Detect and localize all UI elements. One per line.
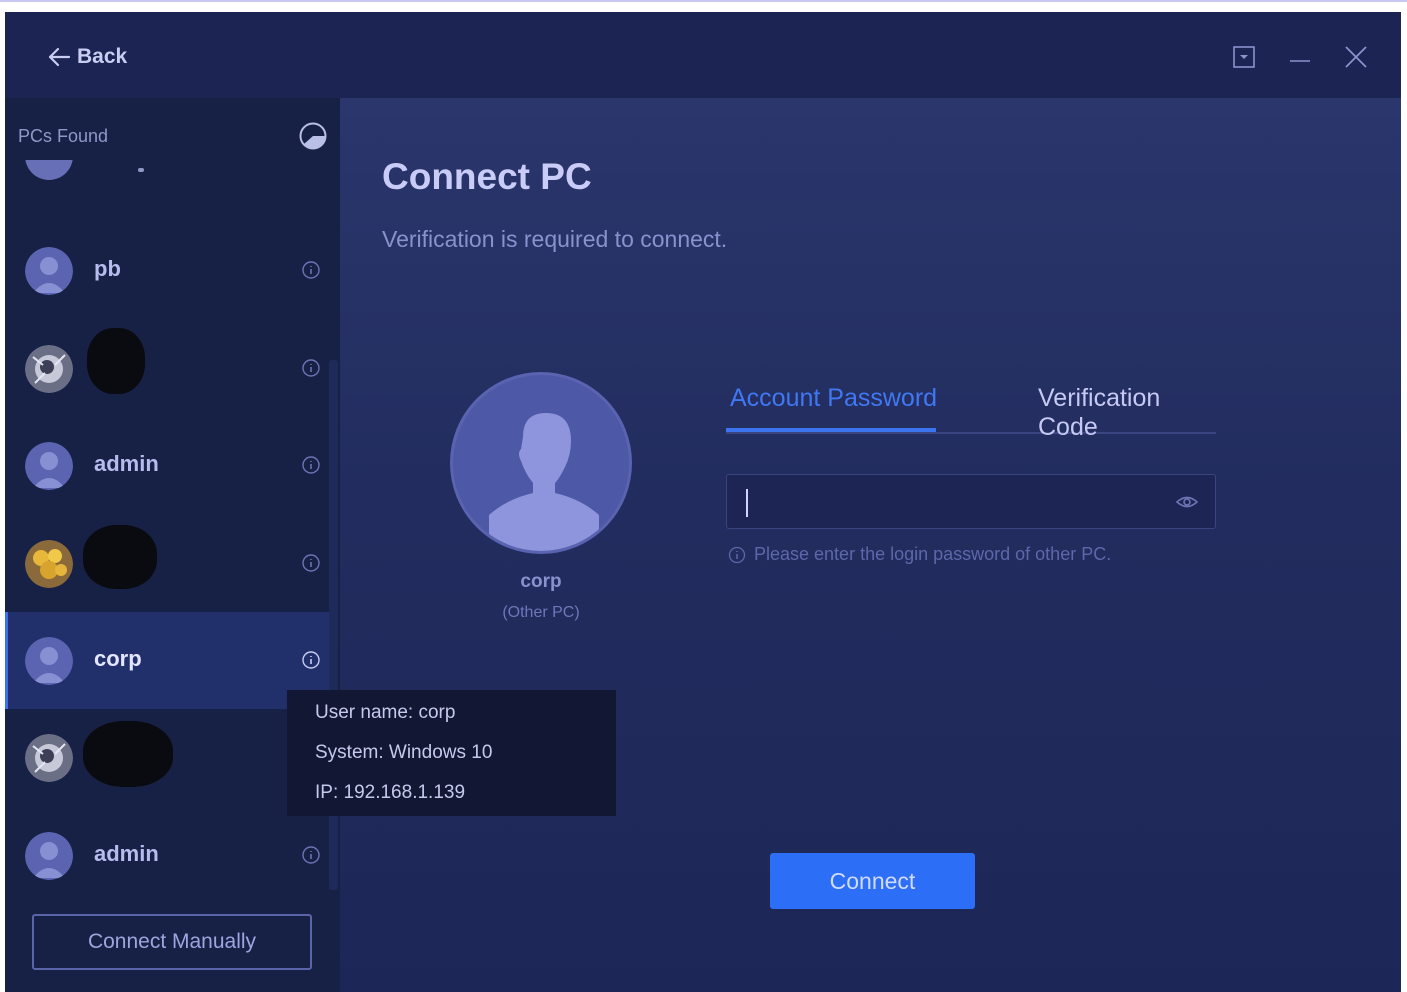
app-window: Back PCs Found pb admin corp admin Conne…	[5, 12, 1401, 992]
eye-icon[interactable]	[1175, 491, 1199, 513]
avatar	[25, 540, 73, 588]
avatar	[25, 442, 73, 490]
connect-pc-panel: Connect PC Verification is required to c…	[340, 98, 1401, 992]
dropdown-box-icon	[1233, 46, 1255, 68]
pc-name-label: corp	[520, 571, 562, 592]
info-icon[interactable]	[301, 553, 321, 573]
avatar	[25, 345, 73, 393]
list-item[interactable]	[5, 709, 329, 806]
pc-list: pb admin corp admin	[5, 160, 329, 900]
avatar	[25, 247, 73, 295]
connect-manually-button[interactable]: Connect Manually	[32, 914, 312, 970]
window-frame-top	[0, 0, 1407, 12]
minimize-icon	[1290, 60, 1310, 62]
avatar	[25, 734, 73, 782]
pc-list-sidebar: PCs Found pb admin corp admin Connect Ma…	[5, 98, 340, 992]
tooltip-username: User name: corp	[315, 702, 456, 723]
sidebar-title: PCs Found	[18, 125, 109, 146]
password-field[interactable]	[726, 474, 1216, 529]
password-hint: Please enter the login password of other…	[728, 544, 1111, 565]
pc-info-tooltip: User name: corp System: Windows 10 IP: 1…	[287, 690, 616, 816]
list-item-partial[interactable]	[5, 160, 329, 190]
password-input[interactable]	[727, 475, 1167, 528]
list-item[interactable]: admin	[5, 807, 329, 900]
avatar	[25, 637, 73, 685]
close-icon	[1345, 46, 1367, 68]
tooltip-system: System: Windows 10	[315, 742, 493, 763]
info-icon[interactable]	[301, 260, 321, 280]
minimize-button[interactable]	[1285, 42, 1315, 72]
pc-name: corp	[94, 646, 142, 671]
redacted-name	[87, 328, 145, 394]
active-tab-indicator	[726, 428, 936, 432]
info-icon[interactable]	[301, 650, 321, 670]
close-button[interactable]	[1341, 42, 1371, 72]
pc-type-label: (Other PC)	[502, 604, 580, 621]
hint-text: Please enter the login password of other…	[754, 544, 1112, 564]
pc-avatar-icon	[450, 372, 632, 554]
page-subtitle: Verification is required to connect.	[382, 226, 728, 252]
list-item[interactable]	[5, 320, 329, 417]
title-bar: Back	[5, 12, 1401, 98]
pc-name: pb	[94, 256, 121, 281]
redacted-name	[83, 525, 157, 589]
tab-verification-code[interactable]: Verification Code	[1038, 384, 1216, 442]
avatar	[25, 160, 73, 180]
list-item-selected[interactable]: corp	[5, 612, 329, 709]
refresh-icon[interactable]	[298, 121, 328, 151]
page-title: Connect PC	[382, 156, 592, 197]
list-item[interactable]: pb	[5, 222, 329, 319]
sidebar-header: PCs Found	[18, 122, 328, 150]
list-item[interactable]: admin	[5, 417, 329, 514]
partial-label	[138, 168, 144, 172]
redacted-name	[83, 721, 173, 787]
pc-name: admin	[94, 841, 159, 866]
back-label: Back	[77, 45, 128, 68]
tab-account-password[interactable]: Account Password	[730, 384, 937, 413]
info-icon[interactable]	[301, 358, 321, 378]
text-caret	[746, 489, 748, 517]
info-icon	[728, 546, 746, 563]
info-icon[interactable]	[301, 455, 321, 475]
info-icon[interactable]	[301, 845, 321, 865]
list-item[interactable]	[5, 515, 329, 612]
tooltip-ip: IP: 192.168.1.139	[315, 782, 466, 803]
connect-button[interactable]: Connect	[770, 853, 975, 909]
back-button[interactable]: Back	[47, 42, 127, 72]
pin-window-button[interactable]	[1229, 42, 1259, 72]
pc-name: admin	[94, 451, 159, 476]
avatar	[25, 832, 73, 880]
verification-tabs: Account Password Verification Code	[726, 368, 1216, 441]
arrow-left-icon	[48, 47, 71, 67]
